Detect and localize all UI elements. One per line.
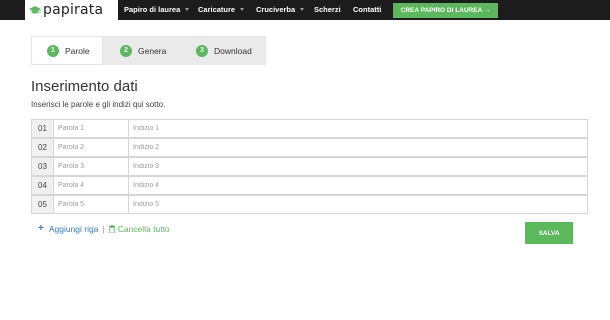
nav-item-papiro-di-laurea[interactable]: Papiro di laurea bbox=[124, 0, 190, 20]
word-input[interactable] bbox=[54, 196, 129, 213]
row-number: 05 bbox=[32, 196, 54, 213]
nav-item-label: Scherzi bbox=[314, 5, 341, 14]
clue-input[interactable] bbox=[129, 177, 587, 194]
nav-item-label: Cruciverba bbox=[256, 5, 296, 14]
page-subtitle: Inserisci le parole e gli indizi qui sot… bbox=[31, 100, 166, 109]
word-input[interactable] bbox=[54, 120, 129, 137]
step-indicator: 1 Parole 2 Genera 3 Download bbox=[31, 36, 266, 65]
logo[interactable]: papirata bbox=[25, 0, 118, 20]
row-number: 04 bbox=[32, 177, 54, 194]
nav-item-label: Contatti bbox=[353, 5, 382, 14]
step-label: Parole bbox=[65, 45, 90, 56]
logo-text: papirata bbox=[43, 2, 104, 18]
graduation-cap-icon bbox=[29, 6, 41, 14]
step-genera[interactable]: 2 Genera bbox=[120, 36, 166, 65]
entry-row: 05 bbox=[31, 195, 588, 214]
word-input[interactable] bbox=[54, 139, 129, 156]
entry-row: 02 bbox=[31, 138, 588, 157]
add-row-label: Aggiungi riga bbox=[48, 223, 99, 234]
row-actions: + Aggiungi riga | Cancella tutto bbox=[38, 223, 170, 234]
clue-input[interactable] bbox=[129, 139, 587, 156]
row-number: 03 bbox=[32, 158, 54, 175]
caret-down-icon bbox=[185, 7, 190, 11]
nav-item-label: Papiro di laurea bbox=[124, 5, 181, 14]
entry-row: 03 bbox=[31, 157, 588, 176]
page-title: Inserimento dati bbox=[31, 78, 138, 95]
clear-all-label: Cancella tutto bbox=[117, 223, 170, 234]
nav-item-contatti[interactable]: Contatti bbox=[353, 0, 381, 20]
word-input[interactable] bbox=[54, 177, 129, 194]
create-papiro-button[interactable]: CREA PAPIRO DI LAUREA → bbox=[393, 3, 498, 18]
nav-item-caricature[interactable]: Caricature bbox=[198, 0, 245, 20]
step-label: Genera bbox=[138, 45, 167, 56]
row-number: 01 bbox=[32, 120, 54, 137]
add-row-link[interactable]: + Aggiungi riga bbox=[38, 223, 98, 234]
separator: | bbox=[102, 223, 105, 234]
entry-row: 01 bbox=[31, 119, 588, 138]
clue-input[interactable] bbox=[129, 120, 587, 137]
step-download[interactable]: 3 Download bbox=[196, 36, 252, 65]
nav-item-scherzi[interactable]: Scherzi bbox=[314, 0, 341, 20]
step-label: Download bbox=[214, 45, 252, 56]
caret-down-icon bbox=[300, 7, 305, 11]
trash-icon bbox=[108, 224, 115, 233]
word-input[interactable] bbox=[54, 158, 129, 175]
step-number-badge: 1 bbox=[47, 44, 59, 57]
row-number: 02 bbox=[32, 139, 54, 156]
clue-input[interactable] bbox=[129, 158, 587, 175]
save-button[interactable]: SALVA bbox=[525, 222, 573, 244]
clear-all-link[interactable]: Cancella tutto bbox=[108, 223, 170, 234]
step-number-badge: 3 bbox=[196, 44, 208, 57]
caret-down-icon bbox=[240, 7, 245, 11]
step-parole[interactable]: 1 Parole bbox=[47, 36, 90, 65]
step-number-badge: 2 bbox=[120, 44, 132, 57]
nav-item-label: Caricature bbox=[198, 5, 236, 14]
nav-item-cruciverba[interactable]: Cruciverba bbox=[256, 0, 305, 20]
clue-input[interactable] bbox=[129, 196, 587, 213]
top-navbar: papirata Papiro di laurea Caricature Cru… bbox=[0, 0, 610, 20]
entry-row: 04 bbox=[31, 176, 588, 195]
plus-icon: + bbox=[38, 223, 44, 234]
